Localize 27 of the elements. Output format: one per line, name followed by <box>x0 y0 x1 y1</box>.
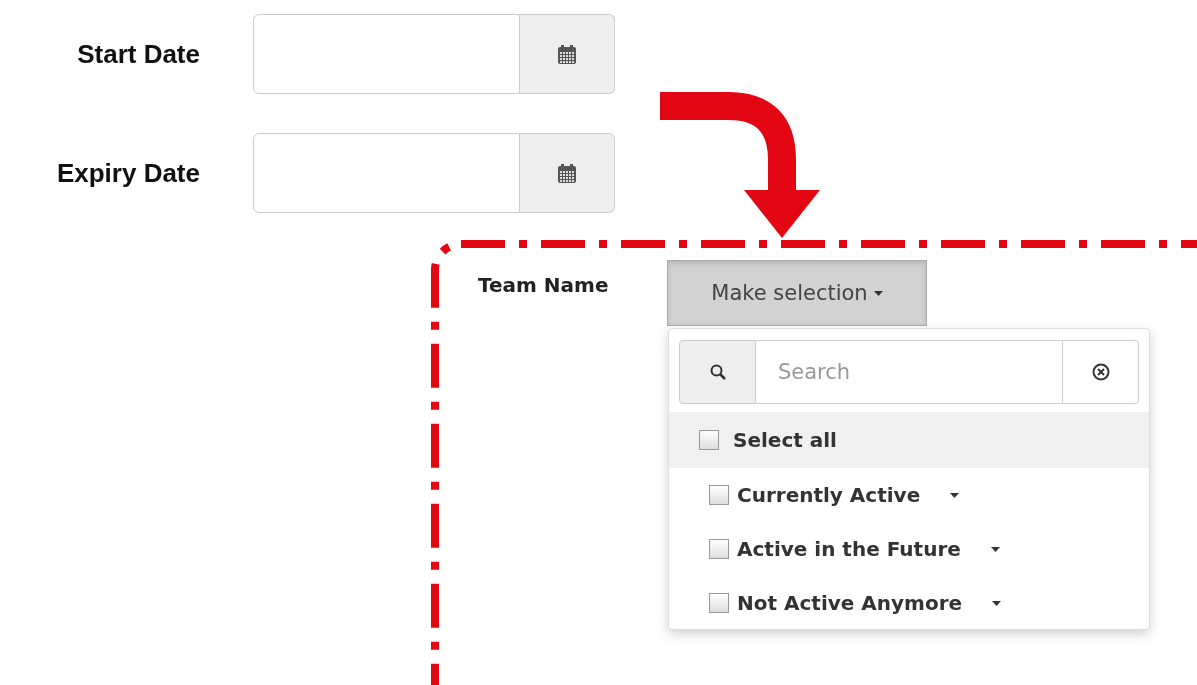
checkbox[interactable] <box>709 593 729 613</box>
checkbox[interactable] <box>709 485 729 505</box>
clear-button[interactable] <box>1062 340 1139 404</box>
search-icon <box>709 364 726 380</box>
caret-icon[interactable] <box>950 492 960 498</box>
select-all-option[interactable]: Select all <box>669 412 1149 468</box>
option-label[interactable]: Not Active Anymore <box>737 591 963 615</box>
caret-icon[interactable] <box>990 546 1000 552</box>
checkbox[interactable] <box>699 430 719 450</box>
field-label: Team Name <box>478 273 610 299</box>
checkbox[interactable] <box>709 539 729 559</box>
field-label: Expiry Date <box>55 157 200 189</box>
caret-icon <box>873 290 883 296</box>
search-field[interactable]: Search <box>756 340 1062 404</box>
date-field[interactable] <box>253 14 520 94</box>
date-field[interactable] <box>253 133 520 213</box>
calendar-button[interactable] <box>520 14 615 94</box>
option-label[interactable]: Currently Active <box>737 483 921 507</box>
caret-icon[interactable] <box>992 600 1002 606</box>
field-label: Start Date <box>76 38 200 70</box>
option-label[interactable]: Active in the Future <box>737 537 961 561</box>
calendar-icon <box>558 163 576 183</box>
option-label: Select all <box>733 428 837 452</box>
calendar-button[interactable] <box>520 133 615 213</box>
calendar-icon <box>558 44 576 64</box>
clear-icon <box>1091 363 1110 381</box>
dropdown-button[interactable]: Make selection <box>667 260 927 326</box>
